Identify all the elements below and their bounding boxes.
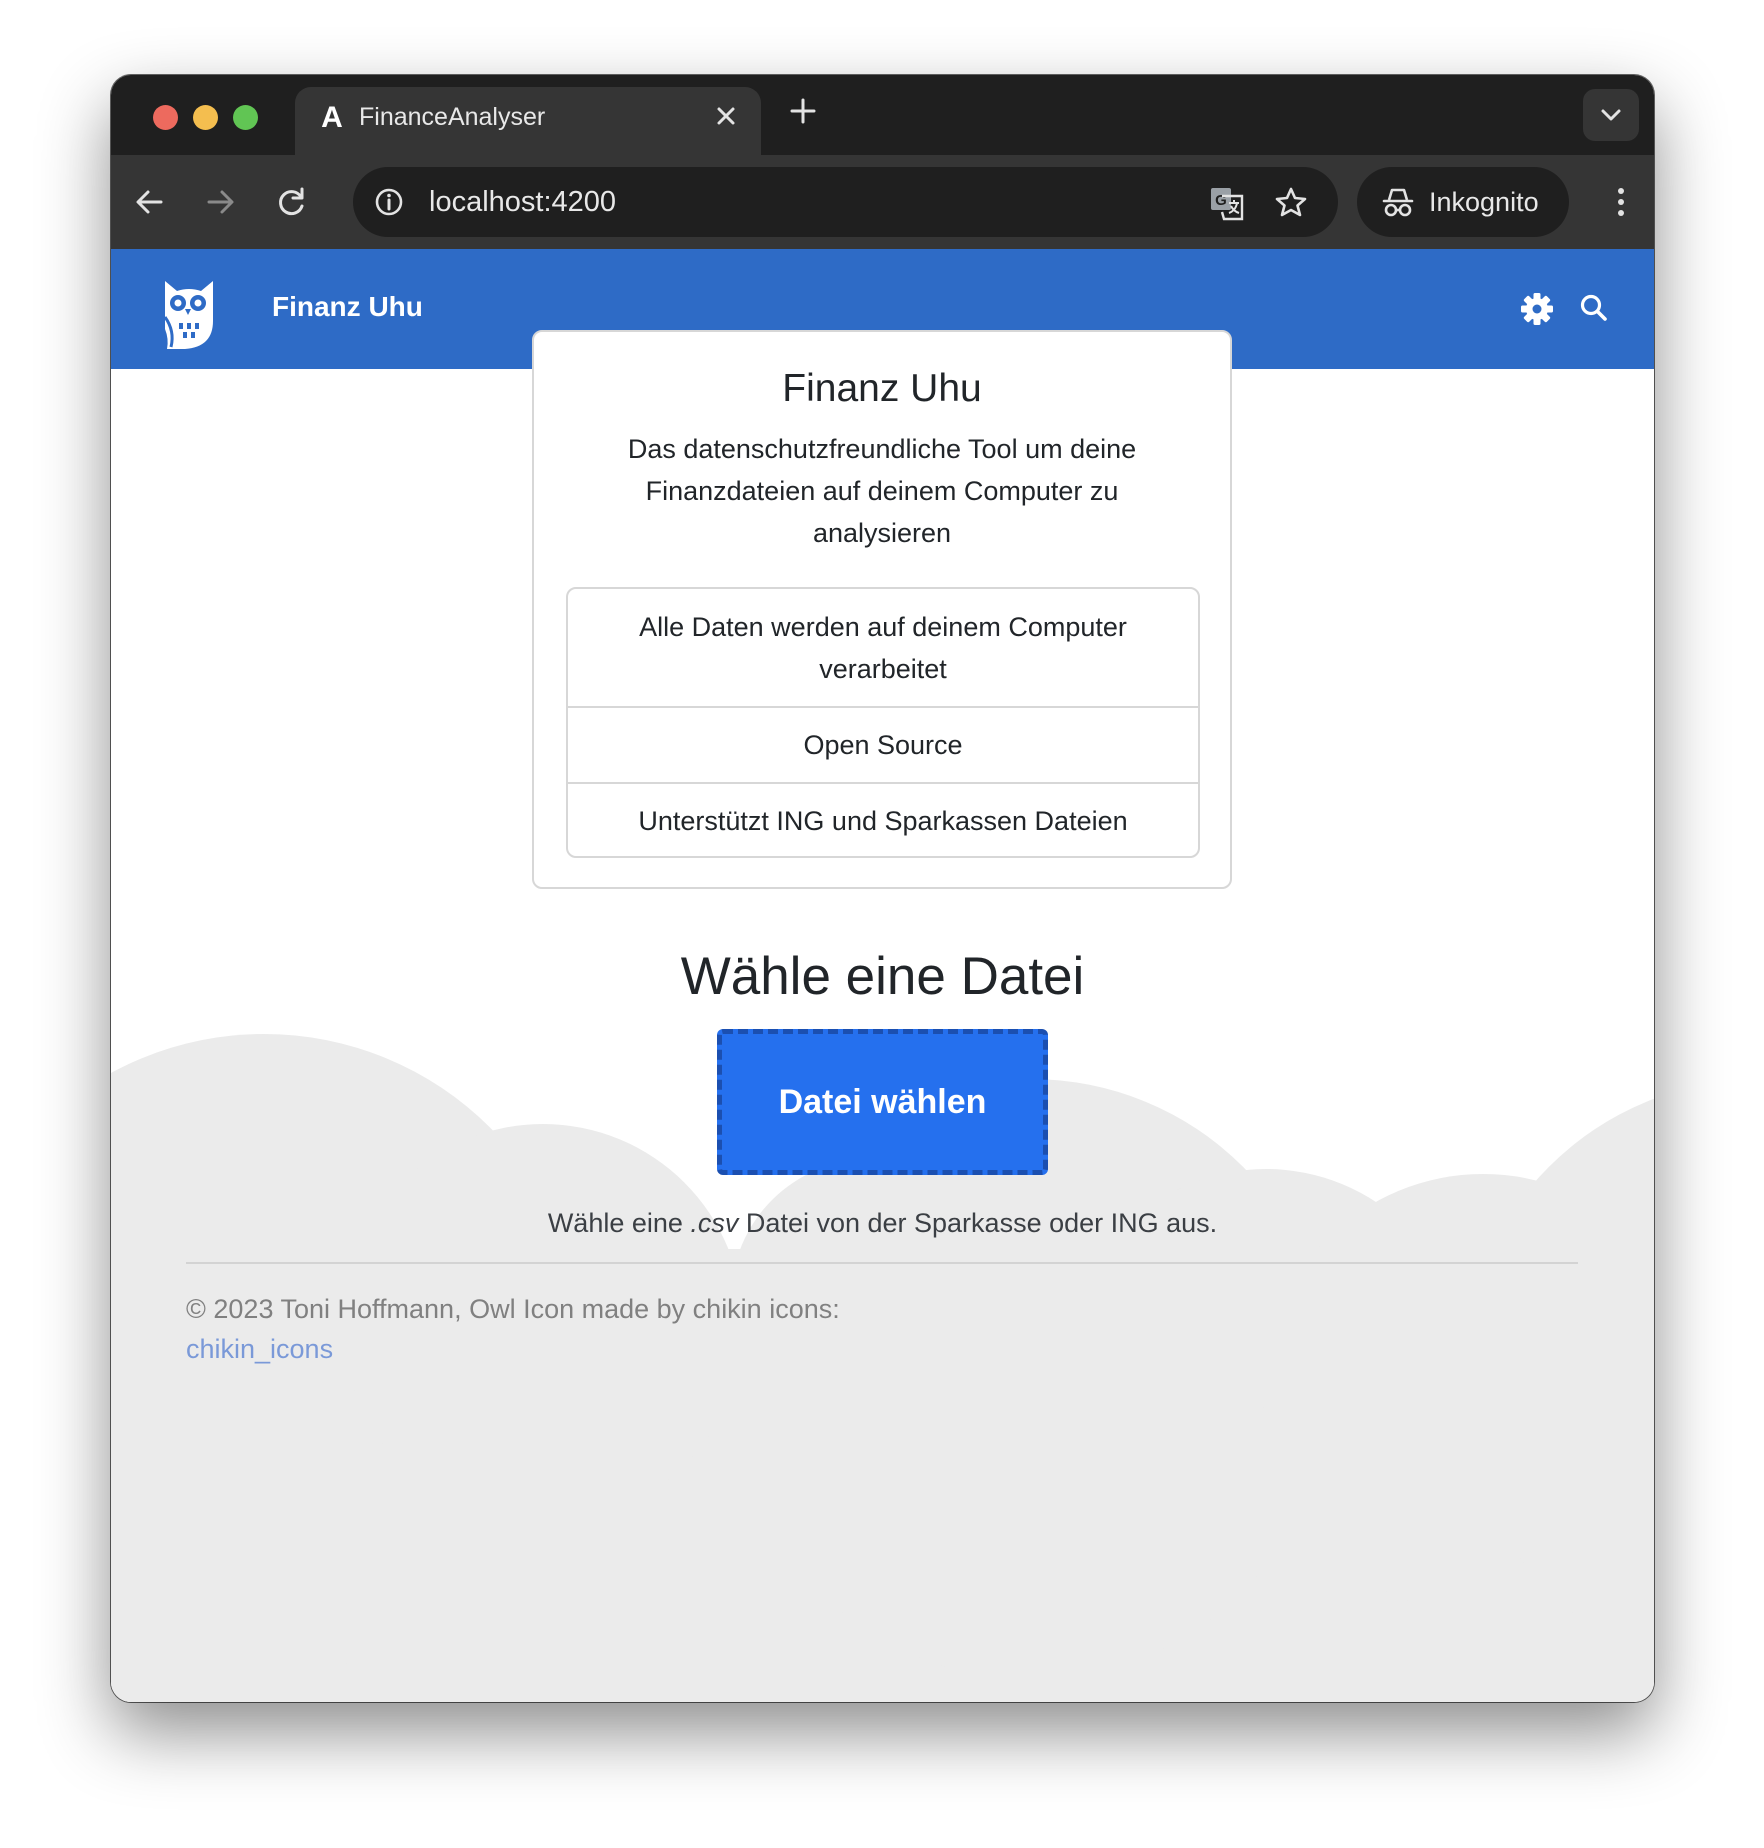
address-bar[interactable]: localhost:4200 G	[353, 167, 1338, 237]
angular-favicon-icon: A	[321, 101, 343, 134]
page-viewport: Finanz Uhu Finanz Uhu Das datenschutzfre…	[111, 249, 1654, 1702]
browser-toolbar: localhost:4200 G Inkognito	[111, 155, 1654, 249]
list-item: Unterstützt ING und Sparkassen Dateien	[568, 782, 1198, 856]
incognito-label: Inkognito	[1429, 187, 1539, 217]
svg-text:G: G	[1215, 192, 1227, 209]
close-window-button[interactable]	[153, 105, 178, 130]
tab-title: FinanceAnalyser	[359, 103, 546, 131]
incognito-icon	[1379, 183, 1417, 221]
chevron-down-icon	[1601, 109, 1621, 121]
hint-suffix: Datei von der Sparkasse oder ING aus.	[738, 1208, 1218, 1238]
gear-icon[interactable]	[1519, 291, 1555, 327]
plus-icon[interactable]	[783, 91, 823, 131]
kebab-menu-icon[interactable]	[1601, 177, 1641, 227]
footer-credits: © 2023 Toni Hoffmann, Owl Icon made by c…	[186, 1294, 840, 1324]
owl-icon[interactable]	[161, 277, 217, 353]
brand-name[interactable]: Finanz Uhu	[272, 289, 423, 325]
tab-search-button[interactable]	[1583, 89, 1639, 141]
arrow-right-icon	[207, 190, 234, 214]
reload-button[interactable]	[267, 177, 317, 227]
footer-divider	[186, 1262, 1578, 1264]
arrow-left-icon	[136, 190, 163, 214]
close-icon[interactable]	[709, 99, 743, 133]
browser-window: A FinanceAnalyser localhost:4200 G Inkog…	[111, 75, 1654, 1702]
card-description: Das datenschutzfreundliche Tool um deine…	[627, 434, 1137, 548]
reload-icon	[279, 187, 304, 216]
maximize-window-button[interactable]	[233, 105, 258, 130]
choose-file-button[interactable]: Datei wählen	[717, 1029, 1048, 1175]
list-item: Alle Daten werden auf deinem Computer ve…	[639, 611, 1127, 684]
hint-prefix: Wähle eine	[547, 1208, 691, 1238]
forward-button[interactable]	[195, 177, 245, 227]
chikin-icons-link[interactable]: chikin_icons	[186, 1329, 333, 1369]
info-icon[interactable]	[371, 184, 407, 220]
star-icon[interactable]	[1270, 182, 1312, 224]
url-text: localhost:4200	[429, 186, 617, 218]
upload-hint: Wähle eine .csv Datei von der Sparkasse …	[111, 1205, 1654, 1241]
browser-tab[interactable]: A FinanceAnalyser	[295, 87, 761, 155]
search-icon[interactable]	[1578, 292, 1610, 324]
incognito-badge[interactable]: Inkognito	[1357, 167, 1569, 237]
feature-list: Alle Daten werden auf deinem Computer ve…	[566, 587, 1200, 858]
translate-icon[interactable]: G	[1206, 182, 1248, 224]
tab-strip: A FinanceAnalyser	[111, 75, 1654, 155]
minimize-window-button[interactable]	[193, 105, 218, 130]
upload-heading: Wähle eine Datei	[680, 947, 1085, 1006]
back-button[interactable]	[125, 177, 175, 227]
hint-extension: .csv	[690, 1208, 739, 1238]
intro-card: Finanz Uhu Das datenschutzfreundliche To…	[532, 330, 1232, 889]
card-title: Finanz Uhu	[782, 367, 982, 410]
choose-file-label: Datei wählen	[778, 1082, 987, 1121]
list-item: Open Source	[568, 706, 1198, 782]
